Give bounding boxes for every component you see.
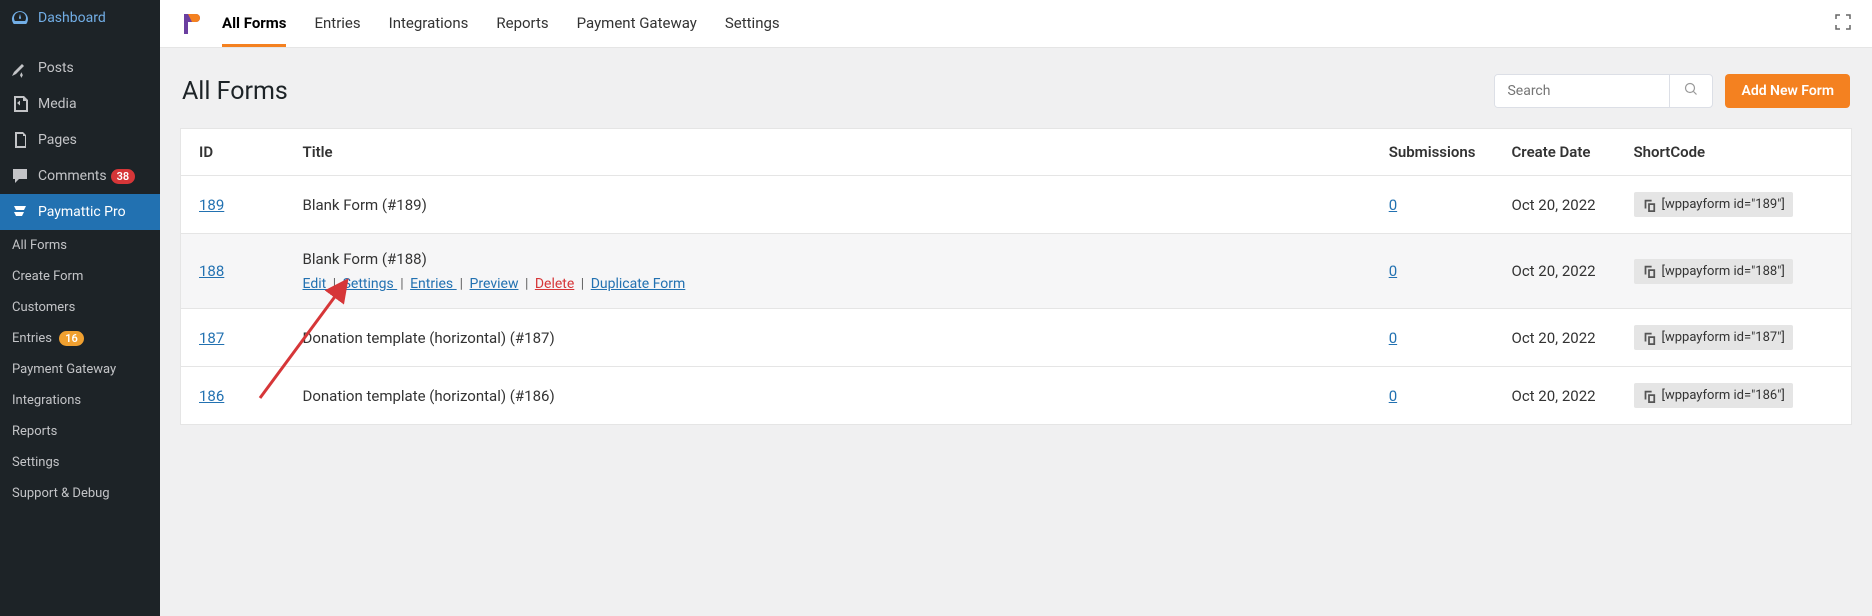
sidebar-label: Paymattic Pro: [38, 204, 126, 220]
search-button[interactable]: [1669, 75, 1712, 107]
sidebar-sub-all-forms[interactable]: All Forms: [0, 230, 160, 261]
search-icon: [1684, 85, 1698, 100]
search-input[interactable]: [1495, 75, 1669, 107]
copy-icon: [1642, 198, 1656, 212]
tab-reports[interactable]: Reports: [496, 1, 548, 47]
sidebar-sub-support[interactable]: Support & Debug: [0, 478, 160, 509]
th-create-date: Create Date: [1494, 129, 1616, 176]
shortcode-text: [wppayform id="187"]: [1662, 330, 1785, 345]
tab-settings[interactable]: Settings: [725, 1, 780, 47]
form-id-link[interactable]: 188: [199, 262, 224, 280]
sidebar-label: Dashboard: [38, 10, 106, 26]
copy-icon: [1642, 264, 1656, 278]
form-title: Donation template (horizontal) (#187): [303, 329, 1353, 347]
sidebar-label: Pages: [38, 132, 77, 148]
shortcode-chip[interactable]: [wppayform id="187"]: [1634, 325, 1793, 350]
topbar: All Forms Entries Integrations Reports P…: [160, 0, 1872, 48]
sidebar-item-dashboard[interactable]: Dashboard: [0, 0, 160, 36]
create-date: Oct 20, 2022: [1494, 234, 1616, 309]
action-entries[interactable]: Entries: [410, 276, 457, 292]
sidebar-item-media[interactable]: Media: [0, 86, 160, 122]
create-date: Oct 20, 2022: [1494, 309, 1616, 367]
tab-all-forms[interactable]: All Forms: [222, 1, 286, 47]
copy-icon: [1642, 389, 1656, 403]
page-title: All Forms: [182, 77, 288, 106]
th-title: Title: [285, 129, 1371, 176]
form-id-link[interactable]: 186: [199, 387, 224, 405]
submissions-link[interactable]: 0: [1389, 262, 1397, 280]
entries-badge: 16: [59, 331, 84, 346]
topnav: All Forms Entries Integrations Reports P…: [222, 1, 1834, 47]
add-new-form-button[interactable]: Add New Form: [1725, 74, 1850, 108]
content-area: All Forms Add New Form ID Title Submissi…: [160, 48, 1872, 451]
forms-table: ID Title Submissions Create Date ShortCo…: [180, 128, 1852, 425]
paymattic-logo-icon: [180, 12, 204, 36]
create-date: Oct 20, 2022: [1494, 176, 1616, 234]
th-id: ID: [181, 129, 285, 176]
sidebar-item-pages[interactable]: Pages: [0, 122, 160, 158]
shortcode-text: [wppayform id="189"]: [1662, 197, 1785, 212]
action-duplicate[interactable]: Duplicate Form: [591, 276, 686, 292]
wp-admin-sidebar: Dashboard Posts Media Pages Comments 38 …: [0, 0, 160, 616]
shortcode-chip[interactable]: [wppayform id="189"]: [1634, 192, 1793, 217]
sidebar-label: Media: [38, 96, 77, 112]
paymattic-icon: [10, 202, 30, 222]
header-actions: Add New Form: [1494, 74, 1850, 108]
media-icon: [10, 94, 30, 114]
main-content: All Forms Entries Integrations Reports P…: [160, 0, 1872, 616]
page-header: All Forms Add New Form: [180, 74, 1852, 108]
table-row: 189 Blank Form (#189) 0 Oct 20, 2022 [wppayf…: [181, 176, 1852, 234]
th-shortcode: ShortCode: [1616, 129, 1852, 176]
tab-entries[interactable]: Entries: [314, 1, 360, 47]
form-title: Blank Form (#188): [303, 250, 1353, 268]
form-id-link[interactable]: 187: [199, 329, 224, 347]
form-title: Donation template (horizontal) (#186): [303, 387, 1353, 405]
sidebar-sub-integrations[interactable]: Integrations: [0, 385, 160, 416]
sidebar-item-paymattic[interactable]: Paymattic Pro: [0, 194, 160, 230]
action-preview[interactable]: Preview: [470, 276, 519, 292]
submissions-link[interactable]: 0: [1389, 196, 1397, 214]
create-date: Oct 20, 2022: [1494, 367, 1616, 425]
th-submissions: Submissions: [1371, 129, 1494, 176]
table-row: 187 Donation template (horizontal) (#187)…: [181, 309, 1852, 367]
shortcode-text: [wppayform id="188"]: [1662, 264, 1785, 279]
table-row: 186 Donation template (horizontal) (#186)…: [181, 367, 1852, 425]
row-actions: Edit | Settings | Entries | Preview | De…: [303, 276, 1353, 292]
sidebar-sub-settings[interactable]: Settings: [0, 447, 160, 478]
sidebar-sub-create-form[interactable]: Create Form: [0, 261, 160, 292]
table-row: 188 Blank Form (#188) Edit | Settings | En…: [181, 234, 1852, 309]
action-settings[interactable]: Settings: [343, 276, 398, 292]
form-id-link[interactable]: 189: [199, 196, 224, 214]
action-delete[interactable]: Delete: [535, 276, 574, 292]
sidebar-sub-customers[interactable]: Customers: [0, 292, 160, 323]
sidebar-item-comments[interactable]: Comments 38: [0, 158, 160, 194]
sidebar-label: Posts: [38, 60, 74, 76]
submissions-link[interactable]: 0: [1389, 329, 1397, 347]
search-box: [1494, 74, 1713, 108]
shortcode-chip[interactable]: [wppayform id="186"]: [1634, 383, 1793, 408]
form-title: Blank Form (#189): [303, 196, 1353, 214]
pin-icon: [10, 58, 30, 78]
tab-integrations[interactable]: Integrations: [389, 1, 469, 47]
pages-icon: [10, 130, 30, 150]
tab-payment-gateway[interactable]: Payment Gateway: [577, 1, 697, 47]
shortcode-text: [wppayform id="186"]: [1662, 388, 1785, 403]
copy-icon: [1642, 331, 1656, 345]
action-edit[interactable]: Edit: [303, 276, 330, 292]
sidebar-item-posts[interactable]: Posts: [0, 50, 160, 86]
dashboard-icon: [10, 8, 30, 28]
fullscreen-icon[interactable]: [1834, 13, 1852, 35]
sidebar-label: Comments: [38, 168, 107, 184]
sidebar-sub-label: Entries: [12, 331, 52, 346]
shortcode-chip[interactable]: [wppayform id="188"]: [1634, 259, 1793, 284]
comment-icon: [10, 166, 30, 186]
sidebar-sub-reports[interactable]: Reports: [0, 416, 160, 447]
submissions-link[interactable]: 0: [1389, 387, 1397, 405]
comments-badge: 38: [111, 169, 136, 184]
sidebar-sub-payment-gateway[interactable]: Payment Gateway: [0, 354, 160, 385]
sidebar-sub-entries[interactable]: Entries 16: [0, 323, 160, 354]
